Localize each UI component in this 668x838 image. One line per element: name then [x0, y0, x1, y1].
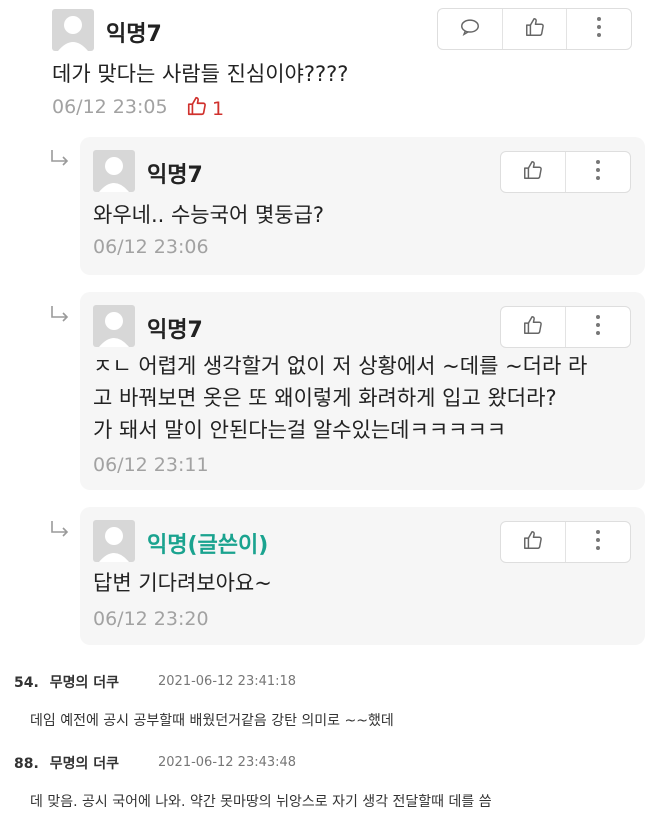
reply-arrow-icon	[49, 149, 71, 173]
avatar[interactable]	[93, 520, 135, 562]
comment-1: 익명7 데가 맞다는 사람들 진심이야???? 06/12 23:05 1	[0, 0, 668, 135]
reply-arrow-icon	[49, 305, 71, 329]
speech-bubble-icon	[459, 16, 481, 42]
more-vertical-icon	[595, 529, 601, 555]
reply-2: 익명7 ㅈㄴ 어렵게 생각할거 없이 저 상황에서 ~데를 ~더라 라 고 바꿔…	[80, 292, 645, 490]
reply-arrow-icon	[49, 520, 71, 544]
more-button[interactable]	[565, 152, 630, 192]
like-button[interactable]	[501, 522, 565, 562]
thumbs-up-icon	[522, 159, 544, 185]
thumbs-up-icon	[522, 529, 544, 555]
comment-actions	[500, 521, 631, 563]
post-author: 무명의 더쿠	[49, 756, 119, 772]
more-button[interactable]	[565, 307, 630, 347]
thumbs-up-icon	[522, 314, 544, 340]
more-vertical-icon	[596, 16, 602, 42]
post-number[interactable]: 88.	[14, 756, 39, 772]
timestamp: 06/12 23:06	[93, 236, 209, 258]
reply-1: 익명7 와우네.. 수능국어 몇둥급? 06/12 23:06	[80, 137, 645, 275]
comment-nickname: 익명7	[147, 318, 203, 343]
comment-text-line: 가 돼서 말이 안된다는걸 알수있는데ㅋㅋㅋㅋㅋ	[93, 418, 507, 442]
more-button[interactable]	[566, 9, 631, 49]
comment-text: 답변 기다려보아요~	[93, 571, 272, 595]
comment-text: 와우네.. 수능국어 몇둥급?	[93, 203, 325, 227]
more-vertical-icon	[595, 314, 601, 340]
like-button[interactable]	[501, 307, 565, 347]
post-date: 2021-06-12 23:41:18	[158, 674, 297, 689]
comment-actions	[500, 151, 631, 193]
avatar[interactable]	[52, 9, 94, 51]
comment-nickname-author: 익명(글쓴이)	[147, 533, 269, 558]
avatar[interactable]	[93, 305, 135, 347]
like-button[interactable]	[501, 152, 565, 192]
timestamp: 06/12 23:05	[52, 96, 168, 118]
like-count[interactable]: 1	[186, 95, 224, 122]
post-author: 무명의 더쿠	[49, 675, 119, 691]
post-text: 데임 예전에 공시 공부할때 배웠던거같음 강탄 의미로 ~~했데	[30, 713, 394, 729]
comment-actions	[437, 8, 632, 50]
post-date: 2021-06-12 23:43:48	[158, 755, 297, 770]
timestamp: 06/12 23:11	[93, 454, 209, 476]
post-text: 데 맞음. 공시 국어에 나와. 약간 못마땅의 뉘앙스로 자기 생각 전달할때…	[30, 794, 492, 810]
comment-nickname: 익명7	[106, 22, 162, 47]
comment-text-line: 고 바꿔보면 옷은 또 왜이렇게 화려하게 입고 왔더라?	[93, 386, 557, 410]
more-vertical-icon	[595, 159, 601, 185]
like-button[interactable]	[501, 9, 567, 49]
timestamp: 06/12 23:20	[93, 608, 209, 630]
more-button[interactable]	[565, 522, 630, 562]
comment-actions	[500, 306, 631, 348]
avatar[interactable]	[93, 150, 135, 192]
thumbs-up-icon	[524, 16, 546, 42]
thumbs-up-icon	[186, 95, 208, 122]
reply-3: 익명(글쓴이) 답변 기다려보아요~ 06/12 23:20	[80, 507, 645, 645]
post-header: 54. 무명의 더쿠	[14, 672, 119, 692]
comment-nickname: 익명7	[147, 163, 203, 188]
comment-text-line: ㅈㄴ 어렵게 생각할거 없이 저 상황에서 ~데를 ~더라 라	[93, 354, 588, 378]
like-count-value: 1	[212, 97, 225, 120]
comment-text: 데가 맞다는 사람들 진심이야????	[52, 62, 349, 86]
reply-button[interactable]	[438, 9, 502, 49]
post-header: 88. 무명의 더쿠	[14, 753, 119, 773]
post-number[interactable]: 54.	[14, 675, 39, 691]
